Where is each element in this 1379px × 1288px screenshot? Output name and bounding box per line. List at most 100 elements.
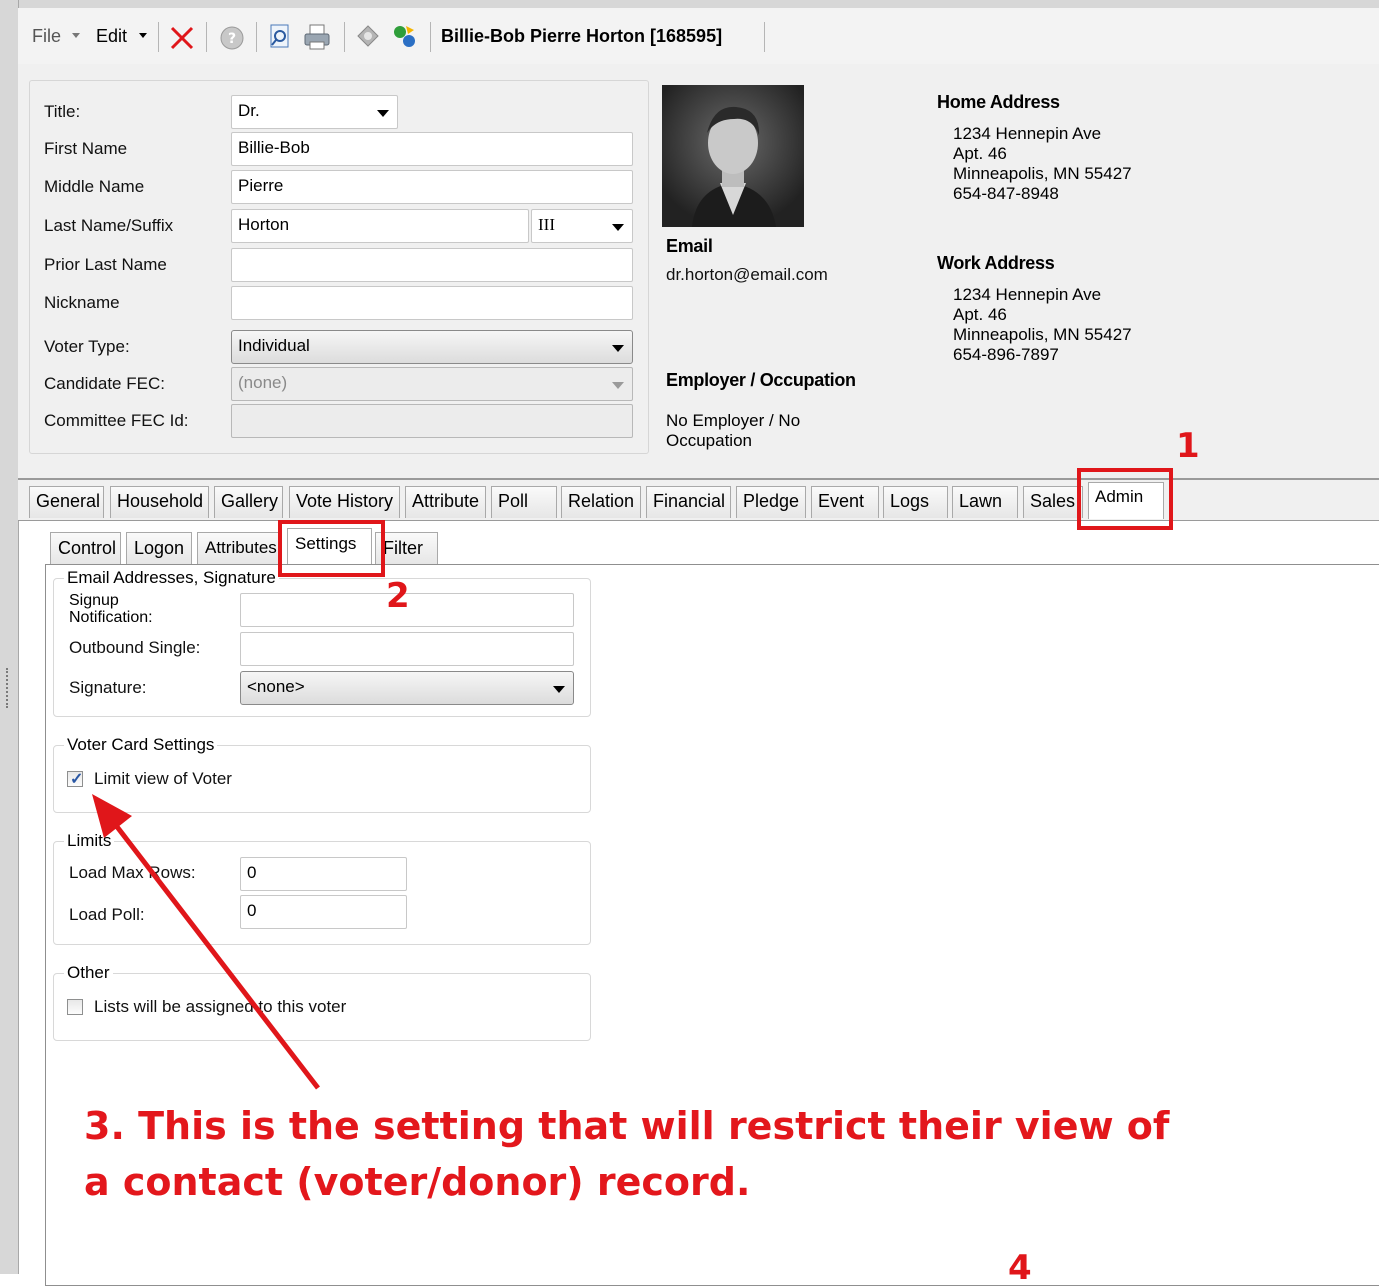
toolbar-separator [344,22,345,52]
record-title: Billie-Bob Pierre Horton [168595] [441,26,723,46]
toolbar-separator [764,22,765,52]
title-label: Title: [44,102,81,121]
contact-photo [662,85,804,227]
signup-notification-label: Signup Notification: [69,592,153,626]
voter-type-dropdown[interactable]: Individual [231,330,633,364]
chevron-down-icon [377,110,389,117]
load-max-rows-input[interactable]: 0 [240,857,407,891]
window-frame-left [0,0,19,1274]
nickname-label: Nickname [44,293,120,312]
toolbar-separator [158,22,159,52]
suffix-dropdown[interactable]: III [531,209,633,243]
toolbar-separator [256,22,257,52]
prior-last-name-label: Prior Last Name [44,255,167,274]
employer-header: Employer / Occupation [666,370,856,390]
signature-dropdown[interactable]: <none> [240,671,574,705]
committee-fec-input[interactable] [231,404,633,438]
candidate-fec-dropdown[interactable]: (none) [231,367,633,401]
annotation-box-settings [278,520,385,577]
load-poll-label: Load Poll: [69,905,145,924]
search-document-icon[interactable] [266,22,294,52]
annotation-number-4: 4 [1008,1248,1032,1288]
other-group-title: Other [64,963,113,983]
toolbar-separator [206,22,207,52]
tab-logs[interactable]: Logs [883,486,948,518]
suffix-value: III [538,215,555,234]
candidate-fec-label: Candidate FEC: [44,374,165,393]
limits-group-title: Limits [64,831,115,851]
print-icon[interactable] [302,22,332,52]
tab-event[interactable]: Event [811,486,879,518]
tab-attribute[interactable]: Attribute [405,486,486,518]
email-header: Email [666,236,713,256]
load-poll-input[interactable]: 0 [240,895,407,929]
employer-value: No Employer / No Occupation [666,411,801,450]
tab-financial[interactable]: Financial [646,486,731,518]
tab-general[interactable]: General [29,486,104,518]
limit-view-checkbox[interactable]: ✓ [67,771,84,788]
window-frame-top [0,0,1379,8]
tab-household[interactable]: Household [110,486,209,518]
first-name-input[interactable]: Billie-Bob [231,132,633,166]
subtab-logon[interactable]: Logon [126,532,192,564]
title-value: Dr. [238,101,260,120]
annotation-number-2: 2 [386,576,410,616]
email-value[interactable]: dr.horton@email.com [666,265,828,285]
home-address: 1234 Hennepin Ave Apt. 46 Minneapolis, M… [953,124,1132,203]
chevron-down-icon [612,382,624,389]
signature-value: <none> [247,677,305,696]
tab-vote-history[interactable]: Vote History [289,486,400,518]
email-group-title: Email Addresses, Signature [64,568,279,588]
tab-poll[interactable]: Poll [491,486,557,518]
annotation-note: 3. This is the setting that will restric… [84,1098,1169,1210]
file-menu[interactable]: File [32,26,61,47]
committee-fec-label: Committee FEC Id: [44,411,189,430]
outbound-single-input[interactable] [240,632,574,666]
prior-last-name-input[interactable] [231,248,633,282]
middle-name-input[interactable]: Pierre [231,170,633,204]
subtab-attributes[interactable]: Attributes [197,532,282,564]
voter-card-group-title: Voter Card Settings [64,735,218,755]
file-menu-arrow-icon [72,33,80,38]
annotation-note-line1: 3. This is the setting that will restric… [84,1104,1170,1148]
edit-menu[interactable]: Edit [96,26,127,47]
splitter-grip[interactable] [6,668,12,708]
chevron-down-icon [553,686,565,693]
limit-view-label: Limit view of Voter [94,769,232,788]
tools-icon[interactable] [354,22,382,52]
subtab-control[interactable]: Control [50,532,121,564]
last-name-label: Last Name/Suffix [44,216,174,235]
chevron-down-icon [612,345,624,352]
annotation-note-line2: a contact (voter/donor) record. [84,1160,751,1204]
tab-sales[interactable]: Sales [1023,486,1083,518]
middle-name-label: Middle Name [44,177,145,196]
help-icon[interactable]: ? [218,24,246,52]
voter-type-value: Individual [238,336,310,355]
last-name-input[interactable]: Horton [231,209,529,243]
lists-assigned-label: Lists will be assigned to this voter [94,997,347,1016]
toolbar-separator [430,22,431,52]
outbound-single-label: Outbound Single: [69,638,201,657]
first-name-label: First Name [44,139,128,158]
sync-icon[interactable] [390,22,420,52]
tab-pledge[interactable]: Pledge [736,486,806,518]
title-dropdown[interactable]: Dr. [231,95,398,129]
svg-text:?: ? [228,31,236,47]
work-address: 1234 Hennepin Ave Apt. 46 Minneapolis, M… [953,285,1132,364]
checkmark-icon: ✓ [70,771,84,788]
edit-menu-arrow-icon [139,33,147,38]
chevron-down-icon [612,224,624,231]
delete-icon[interactable] [168,24,196,52]
load-max-rows-label: Load Max Rows: [69,863,196,882]
tab-gallery[interactable]: Gallery [214,486,283,518]
tab-lawn[interactable]: Lawn [952,486,1018,518]
annotation-number-1: 1 [1176,426,1200,466]
work-address-header: Work Address [937,253,1055,273]
candidate-fec-value: (none) [238,373,288,392]
home-address-header: Home Address [937,92,1060,112]
tab-relation[interactable]: Relation [561,486,641,518]
voter-type-label: Voter Type: [44,337,130,356]
lists-assigned-checkbox[interactable] [67,999,83,1015]
signature-label: Signature: [69,678,147,697]
nickname-input[interactable] [231,286,633,320]
